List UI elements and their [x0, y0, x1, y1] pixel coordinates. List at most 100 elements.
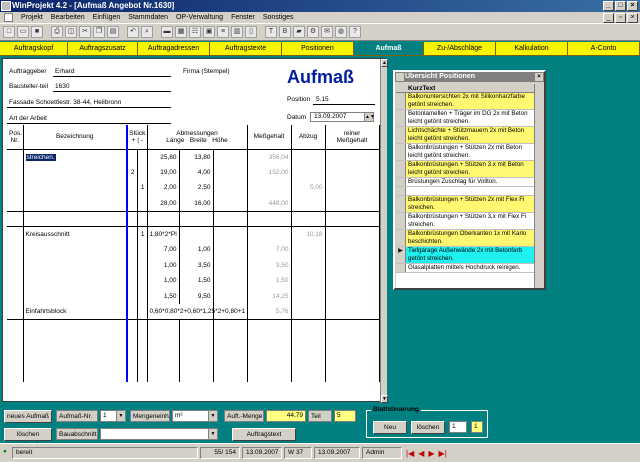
cell-pos[interactable]	[7, 164, 24, 180]
cell-reiner[interactable]	[325, 335, 380, 351]
chevron-down-icon[interactable]: ▼	[208, 411, 217, 421]
cell-laenge[interactable]: 1,50	[147, 288, 180, 304]
cell-mess[interactable]: 3,50	[247, 257, 292, 273]
cell-pos[interactable]	[7, 304, 24, 320]
cell-mess[interactable]	[247, 335, 292, 351]
cell-abzug[interactable]	[291, 288, 326, 304]
cell-mess[interactable]	[247, 350, 292, 366]
cell-hoehe[interactable]	[213, 211, 248, 227]
datum-field[interactable]: 13.09.2007 ▲▼	[310, 112, 375, 122]
tab-auftragszusatz[interactable]: Auftragszusatz	[68, 42, 138, 56]
list-item[interactable]: Balkonbrüstungen + Stützen 3.x mit Beton…	[396, 161, 536, 178]
cell-bez[interactable]	[23, 350, 128, 366]
cell-mess[interactable]: 7,00	[247, 242, 292, 258]
cell-laenge[interactable]: 1,00	[147, 273, 180, 289]
cell-breite[interactable]: 1,00	[179, 242, 214, 258]
find-icon[interactable]: ⌕	[141, 26, 153, 38]
cell-plus[interactable]: 2	[127, 164, 138, 180]
row-selector[interactable]	[396, 161, 406, 177]
cell-plus[interactable]	[127, 273, 138, 289]
cell-mess[interactable]: 356,04	[247, 149, 292, 165]
cell-bez[interactable]	[23, 211, 128, 227]
cell-breite[interactable]	[179, 350, 214, 366]
cell-reiner[interactable]	[325, 195, 380, 212]
cell-abzug[interactable]	[291, 242, 326, 258]
table-row[interactable]: 1,00 1,50 1,50	[7, 273, 380, 289]
mail-icon[interactable]: ✉	[321, 26, 333, 38]
chart-icon[interactable]: ▰	[293, 26, 305, 38]
cell-plus[interactable]	[127, 304, 138, 320]
auftragstext-button[interactable]: Auftragstext	[232, 428, 296, 441]
cell-minus[interactable]	[137, 195, 148, 212]
cell-bez[interactable]	[23, 242, 128, 258]
blatt-nr-field[interactable]: 1	[471, 421, 483, 433]
cell-hoehe[interactable]	[213, 350, 248, 366]
cell-reiner[interactable]	[325, 149, 380, 165]
cell-breite[interactable]: 3,50	[179, 257, 214, 273]
cell-reiner[interactable]	[325, 211, 380, 227]
cell-hoehe[interactable]	[213, 164, 248, 180]
list-item[interactable]: Betonlamellen + Träger im DG 2x mit Beto…	[396, 110, 536, 127]
cell-hoehe[interactable]	[213, 242, 248, 258]
text-icon[interactable]: T	[265, 26, 277, 38]
bauabschnitt-select[interactable]: ▼	[100, 428, 218, 440]
list-item[interactable]: Balkonbrüstungen + Stützen 2x mit Flex F…	[396, 196, 536, 213]
minimize-button[interactable]: _	[603, 1, 614, 11]
list-item[interactable]: Lichtschächte + Stützmauern 2x mit Beton…	[396, 127, 536, 144]
list-item[interactable]: Balkonuntersichten 2x mit Silikonharzfar…	[396, 93, 536, 110]
cell-plus[interactable]	[127, 226, 138, 242]
cell-reiner[interactable]	[325, 180, 380, 196]
cell-bez[interactable]	[23, 257, 128, 273]
cell-breite[interactable]	[179, 366, 214, 382]
cell-minus[interactable]	[137, 288, 148, 304]
mdi-restore-button[interactable]: ▫	[615, 13, 626, 23]
list-item[interactable]: ▶ Tiefgarage Außenwände 2x mit Betonfarb g…	[396, 247, 536, 264]
cell-pos[interactable]	[7, 149, 24, 165]
cell-reiner[interactable]	[325, 242, 380, 258]
table-row[interactable]: streichen. 25,80 13,80 356,04	[7, 149, 380, 165]
cell-hoehe[interactable]	[213, 195, 248, 212]
cell-minus[interactable]	[137, 242, 148, 258]
cell-pos[interactable]	[7, 180, 24, 196]
cell-plus[interactable]	[127, 211, 138, 227]
cell-mess[interactable]	[247, 226, 292, 242]
cell-abzug[interactable]	[291, 273, 326, 289]
menu-sonstiges[interactable]: Sonstiges	[263, 14, 294, 21]
table-row[interactable]	[7, 211, 380, 227]
tab-auftragadressen[interactable]: Auftragadressen	[138, 42, 210, 56]
cell-pos[interactable]	[7, 195, 24, 212]
cell-laenge[interactable]	[147, 366, 180, 382]
cell-breite[interactable]	[179, 226, 214, 242]
cell-plus[interactable]	[127, 288, 138, 304]
cell-hoehe[interactable]	[213, 273, 248, 289]
blatt-spinner[interactable]: 1	[449, 421, 467, 433]
cell-minus[interactable]	[137, 366, 148, 382]
cell-minus[interactable]: 1	[137, 226, 148, 242]
cell-bez[interactable]: streichen.	[23, 149, 128, 165]
datum-spin-icon[interactable]: ▲▼	[364, 113, 375, 121]
tab-kalkulation[interactable]: Kalkulation	[496, 42, 568, 56]
chevron-down-icon[interactable]: ▼	[116, 411, 125, 421]
cell-laenge[interactable]	[147, 335, 180, 351]
undo-icon[interactable]: ↶	[127, 26, 139, 38]
cell-minus[interactable]	[137, 149, 148, 165]
cell-laenge[interactable]: 25,80	[147, 149, 180, 165]
cell-abzug[interactable]	[291, 366, 326, 382]
cell-mess[interactable]: 14,25	[247, 288, 292, 304]
cell-abzug[interactable]	[291, 319, 326, 335]
cell-minus[interactable]	[137, 304, 148, 320]
copy-icon[interactable]: ❐	[93, 26, 105, 38]
settings-icon[interactable]: ⚙	[307, 26, 319, 38]
table-row[interactable]	[7, 319, 380, 335]
cell-abzug[interactable]: 5,00	[291, 180, 326, 196]
popup-title-bar[interactable]: Übersicht Positionen ×	[395, 72, 544, 82]
cell-laenge[interactable]: 2,00	[147, 180, 180, 196]
table-row[interactable]: 7,00 1,00 7,00	[7, 242, 380, 258]
cell-mess[interactable]: 5,76	[247, 304, 292, 320]
cell-pos[interactable]	[7, 211, 24, 227]
delete-icon[interactable]: ▬	[161, 26, 173, 38]
project-icon[interactable]: ▣	[203, 26, 215, 38]
auft-menge-field[interactable]: 44,79	[266, 410, 306, 422]
menu-op-verwaltung[interactable]: OP-Verwaltung	[176, 14, 223, 21]
cell-reiner[interactable]	[325, 257, 380, 273]
